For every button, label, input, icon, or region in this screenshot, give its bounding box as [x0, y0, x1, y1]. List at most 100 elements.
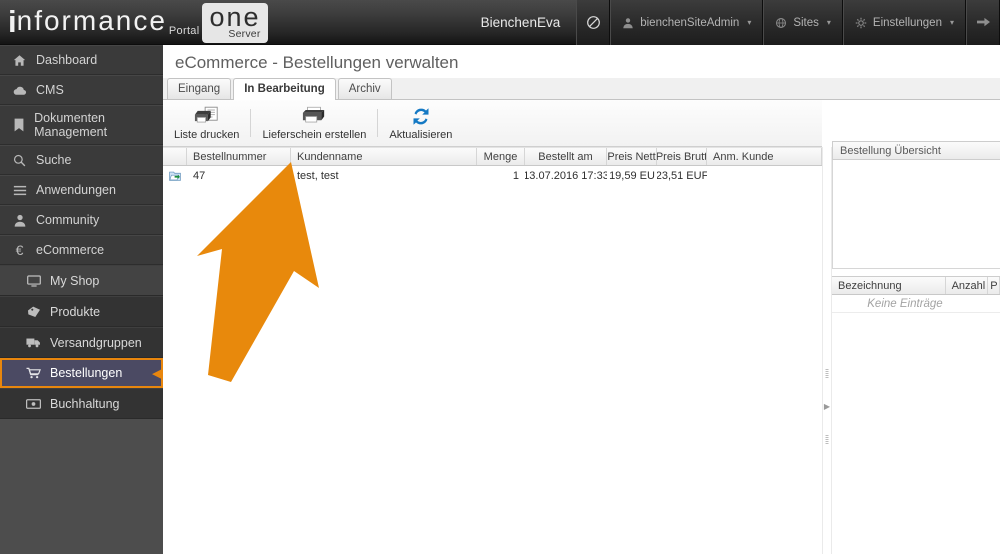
block-icon[interactable] [576, 0, 611, 45]
panel-gap [832, 269, 1000, 276]
positions-col-preis[interactable]: P [988, 277, 1000, 294]
grid-col-bestellt-am[interactable]: Bestellt am [525, 148, 607, 165]
create-delivery-note-button[interactable]: Lieferschein erstellen [251, 101, 377, 146]
chevron-down-icon: ▾ [949, 18, 954, 27]
page-title: eCommerce - Bestellungen verwalten [175, 53, 459, 72]
chevron-down-icon: ▾ [826, 18, 831, 27]
order-overview-body [832, 160, 1000, 269]
cloud-icon [12, 85, 27, 96]
sidebar-item-dokumenten-management-label: Dokumenten Management [34, 110, 108, 139]
header-button-account[interactable]: bienchenSiteAdmin ▾ [610, 0, 764, 45]
sidebar-item-bestellungen[interactable]: Bestellungen ◀ [0, 358, 163, 388]
arrow-right-icon[interactable] [966, 0, 1000, 45]
tab-archiv[interactable]: Archiv [337, 78, 392, 99]
header-right-controls: BienchenEva bienchenSiteAdmin ▾ Sites ▾ … [465, 0, 1000, 45]
cart-icon [26, 367, 41, 379]
cell-preis-brutto: 23,51 EUF [657, 170, 707, 182]
orders-grid-header: Bestellnummer Kundenname Menge Bestellt … [163, 147, 822, 166]
grid-col-icon [163, 148, 187, 165]
table-row[interactable]: 47 test, test 1 13.07.2016 17:33 19,59 E… [163, 166, 822, 186]
sidebar-item-produkte-label: Produkte [50, 304, 101, 319]
bookmark-icon [12, 118, 25, 132]
positions-col-bezeichnung[interactable]: Bezeichnung [832, 277, 946, 294]
refresh-icon [410, 105, 432, 127]
sidebar-item-community-label: Community [36, 212, 100, 227]
truck-icon [26, 337, 41, 348]
grid-col-menge[interactable]: Menge [477, 148, 525, 165]
grid-col-anm-kunde[interactable]: Anm. Kunde [707, 148, 822, 165]
sidebar-item-community[interactable]: Community [0, 205, 163, 235]
header-button-settings-label: Einstellungen [872, 16, 942, 29]
logo-i-letter: i [8, 3, 17, 39]
person-icon [12, 214, 27, 227]
header-button-account-label: bienchenSiteAdmin [640, 16, 740, 29]
order-overview-panel: Bestellung Übersicht Bezeichnung Anzahl … [832, 141, 1000, 554]
tag-icon [26, 306, 41, 318]
euro-icon: € [15, 242, 24, 258]
main-content: eCommerce - Bestellungen verwalten Einga… [163, 45, 1000, 554]
create-delivery-note-button-label: Lieferschein erstellen [262, 129, 367, 141]
sidebar-item-buchhaltung-label: Buchhaltung [50, 396, 120, 411]
sidebar-item-versandgruppen-label: Versandgruppen [50, 335, 142, 350]
grid-col-preis-brutto[interactable]: Preis Brutt [657, 148, 707, 165]
banknote-icon [26, 398, 41, 409]
block-icon-glyph [586, 16, 600, 29]
sidebar-item-dashboard-label: Dashboard [36, 52, 98, 67]
sidebar-item-ecommerce[interactable]: € eCommerce [0, 235, 163, 265]
open-order-icon[interactable] [163, 166, 187, 186]
globe-icon [775, 17, 787, 29]
sidebar-item-anwendungen-label: Anwendungen [36, 182, 116, 197]
cell-bestellt-am: 13.07.2016 17:33 [525, 170, 607, 182]
header-button-sites-label: Sites [793, 16, 819, 29]
grid-col-kundenname[interactable]: Kundenname [291, 148, 477, 165]
sidebar-item-dokumenten-management[interactable]: Dokumenten Management [0, 105, 163, 145]
tab-eingang[interactable]: Eingang [167, 78, 232, 99]
gear-icon [855, 17, 867, 29]
sidebar-item-suche[interactable]: Suche [0, 145, 163, 175]
sidebar-item-suche-label: Suche [36, 152, 72, 167]
sidebar-item-buchhaltung[interactable]: Buchhaltung [0, 388, 163, 419]
monitor-icon [26, 274, 41, 287]
tab-in-bearbeitung[interactable]: In Bearbeitung [233, 78, 336, 100]
header-button-sites[interactable]: Sites ▾ [763, 0, 843, 45]
refresh-button-label: Aktualisieren [389, 129, 453, 141]
splitter-grip-top [825, 369, 829, 378]
positions-empty-text: Keine Einträge [832, 295, 1000, 313]
header-button-settings[interactable]: Einstellungen ▾ [842, 0, 966, 45]
splitter-grip-bottom [825, 435, 829, 444]
sidebar-nav: Dashboard CMS Dokumenten Management Such… [0, 45, 163, 554]
chevron-left-icon: ◀ [152, 365, 162, 381]
print-list-icon [194, 105, 220, 127]
search-icon [12, 154, 27, 167]
cell-preis-netto: 19,59 EU [609, 170, 655, 182]
chevron-right-icon[interactable]: ▶ [824, 403, 830, 411]
sidebar-item-cms[interactable]: CMS [0, 75, 163, 105]
grid-col-bestellnummer[interactable]: Bestellnummer [187, 148, 291, 165]
sidebar-item-my-shop-label: My Shop [50, 273, 100, 288]
panel-splitter[interactable]: ▶ [822, 147, 832, 554]
print-list-button-label: Liste drucken [174, 129, 240, 141]
sidebar-item-versandgruppen[interactable]: Versandgruppen [0, 327, 163, 358]
sidebar-item-anwendungen[interactable]: Anwendungen [0, 175, 163, 205]
user-icon [622, 17, 634, 29]
sidebar-item-cms-label: CMS [36, 82, 64, 97]
orders-grid: Bestellnummer Kundenname Menge Bestellt … [163, 147, 822, 442]
refresh-button[interactable]: Aktualisieren [378, 101, 463, 146]
sidebar-item-produkte[interactable]: Produkte [0, 296, 163, 327]
list-icon [12, 185, 27, 196]
printer-icon [302, 105, 326, 127]
print-list-button[interactable]: Liste drucken [163, 101, 250, 146]
app-logo[interactable]: i nformance Portal one Server [8, 2, 268, 43]
logo-one-text: one [209, 2, 261, 32]
grid-col-preis-netto[interactable]: Preis Nett [607, 148, 657, 165]
open-order-icon-glyph [169, 171, 181, 181]
sidebar-item-ecommerce-label: eCommerce [36, 242, 105, 257]
positions-col-anzahl[interactable]: Anzahl [946, 277, 989, 294]
order-overview-title: Bestellung Übersicht [832, 141, 1000, 160]
sidebar-item-my-shop[interactable]: My Shop [0, 265, 163, 296]
logo-portal-label: Portal [168, 25, 200, 37]
logo-wordmark: nformance [16, 5, 167, 36]
sidebar-item-bestellungen-label: Bestellungen [50, 366, 123, 380]
action-toolbar: Liste drucken Lieferschein erstellen Akt… [163, 100, 822, 147]
sidebar-item-dashboard[interactable]: Dashboard [0, 45, 163, 75]
